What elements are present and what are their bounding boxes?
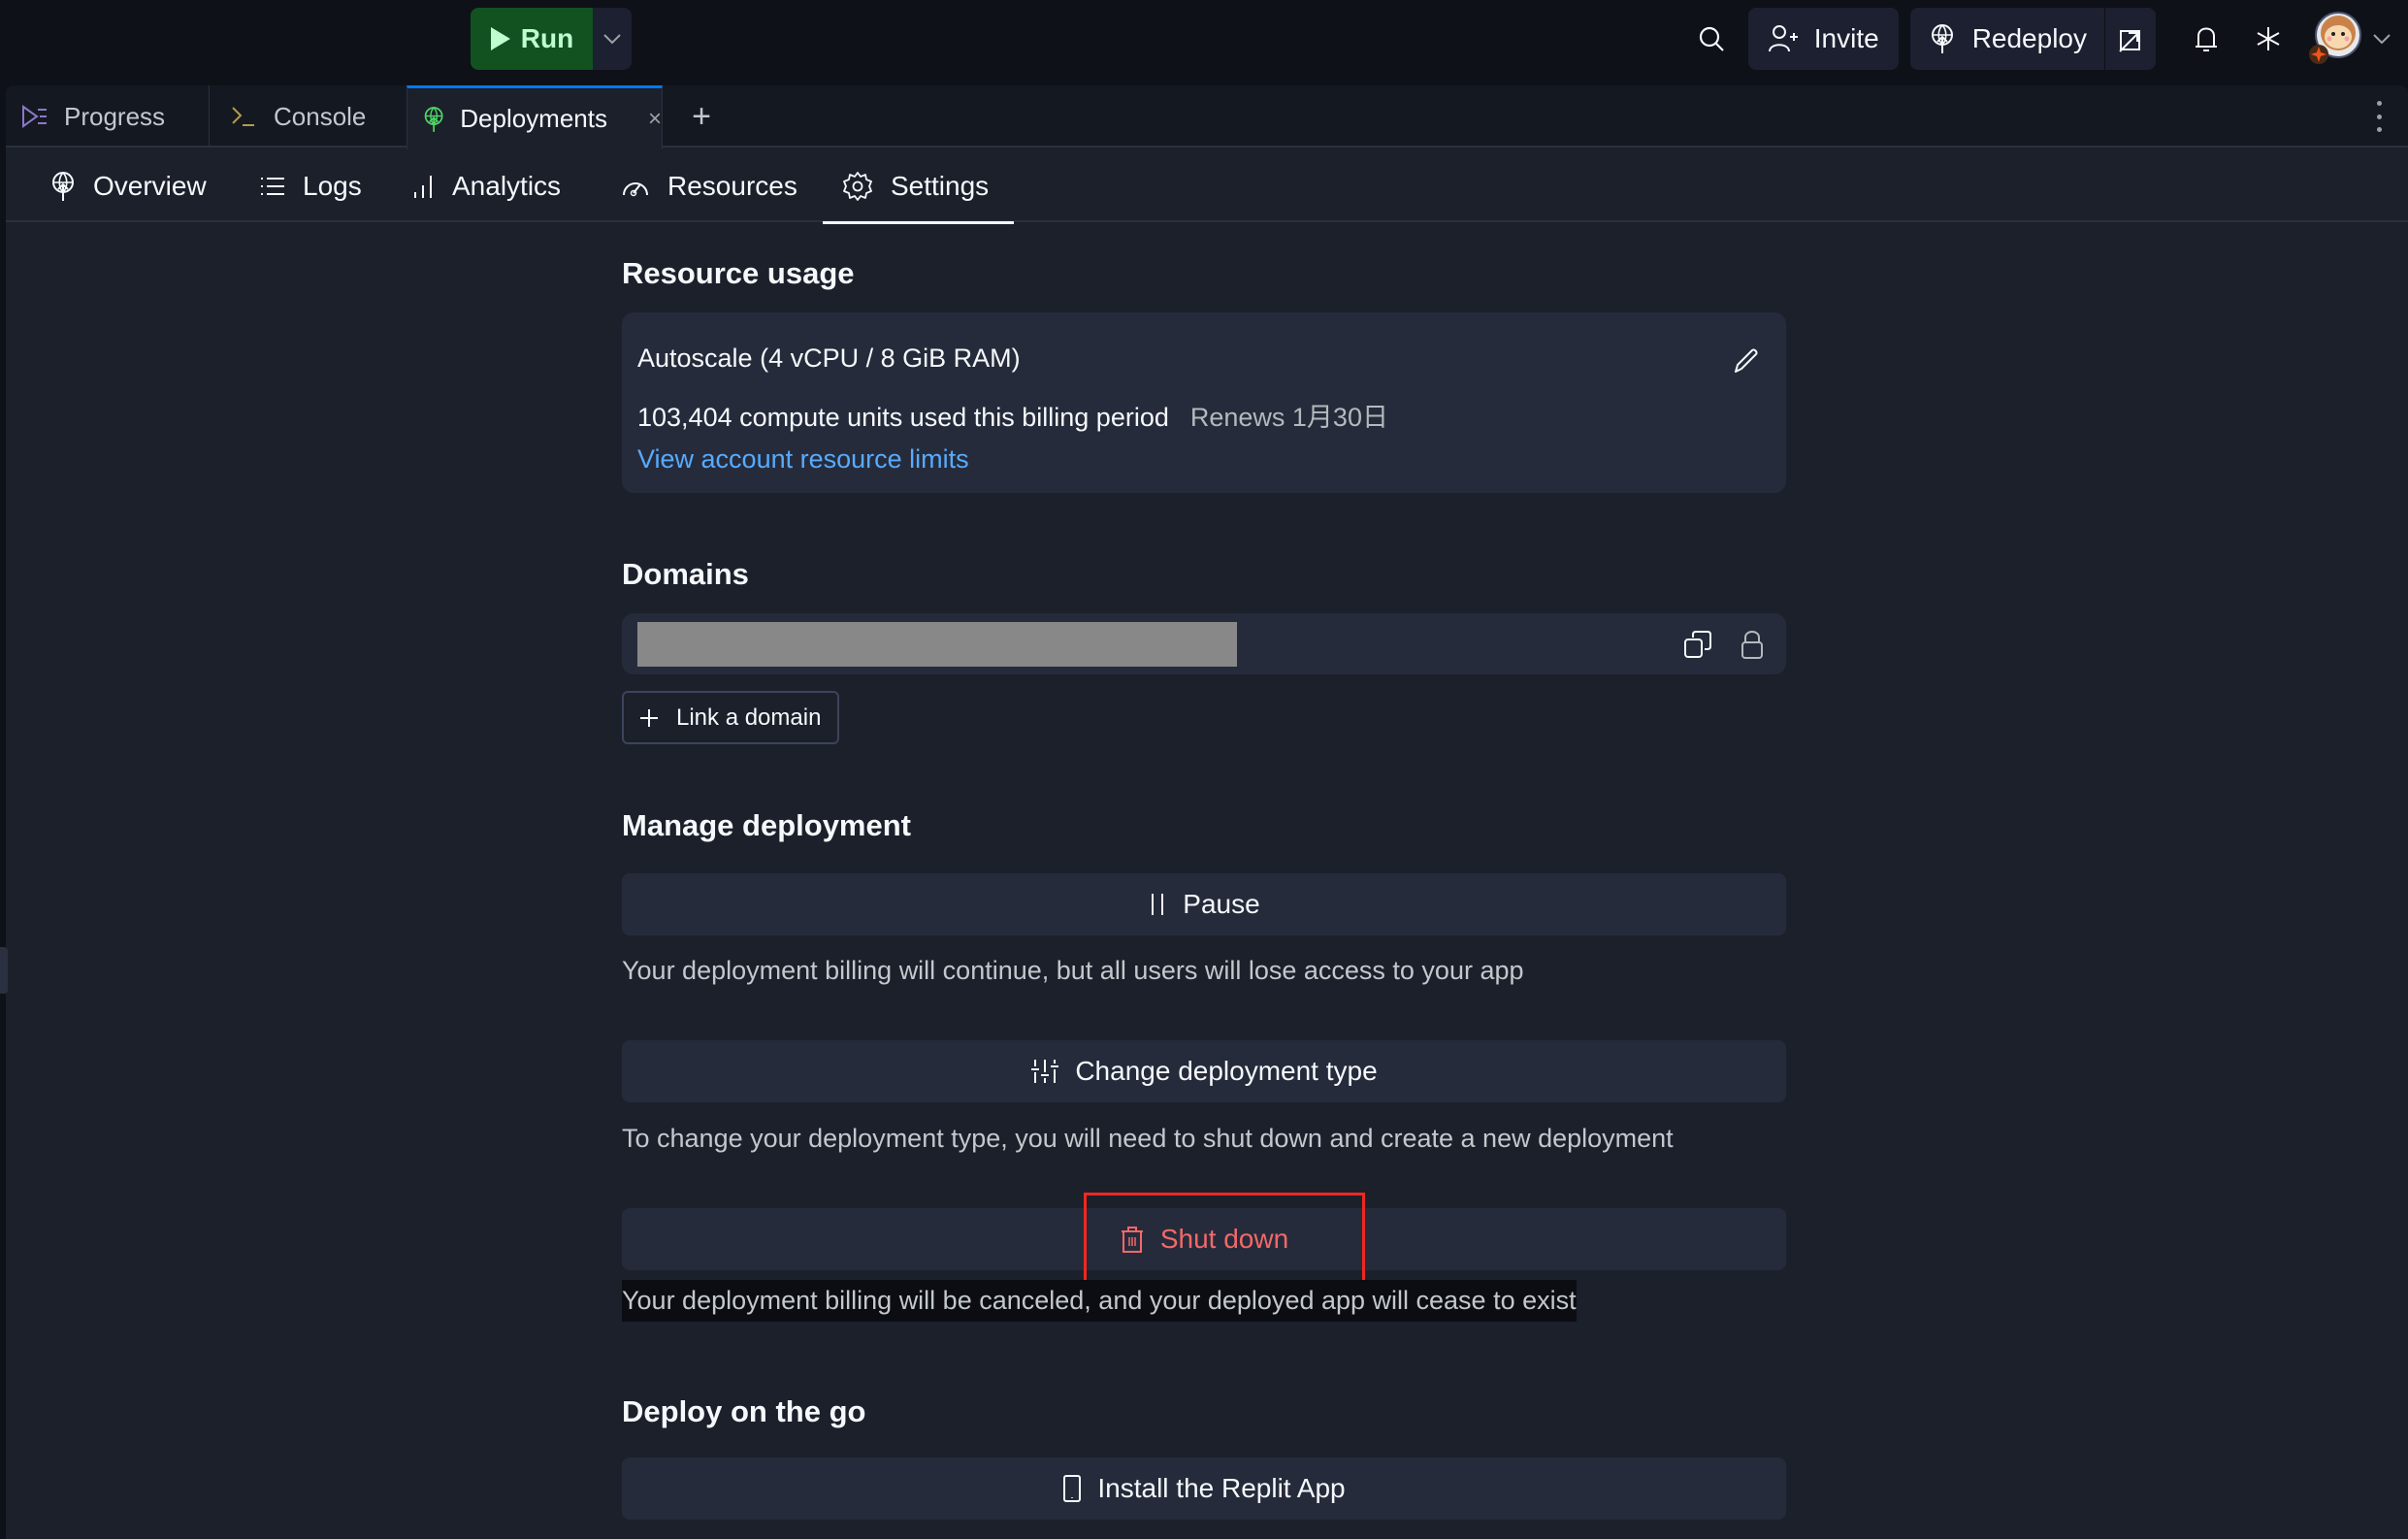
domain-field [622,613,1786,674]
renewal-date: Renews 1月30日 [1189,403,1388,432]
deploy-on-the-go-heading: Deploy on the go [622,1394,866,1428]
tab-label: Deployments [460,104,607,133]
install-replit-app-button[interactable]: Install the Replit App [622,1457,1786,1520]
subtab-label: Overview [93,170,207,201]
shut-down-description: Your deployment billing will be canceled… [622,1280,1577,1322]
run-button-group: Run [471,8,632,70]
add-tab-button[interactable]: + [678,85,725,147]
globe-upload-icon [424,106,443,132]
pause-icon [1152,894,1164,915]
subtab-resources[interactable]: Resources [621,149,797,222]
notifications-button[interactable] [2179,8,2233,70]
sliders-icon [1031,1060,1059,1083]
change-deployment-type-button[interactable]: Change deployment type [622,1040,1786,1102]
run-options-button[interactable] [593,8,632,70]
manage-deployment-heading: Manage deployment [622,808,911,842]
chevron-down-icon [2373,34,2391,44]
redeploy-label: Redeploy [1971,23,2087,53]
bar-chart-icon [414,175,432,198]
resize-handle[interactable] [0,947,8,994]
subtab-label: Settings [891,170,990,201]
gauge-icon [623,181,648,196]
globe-upload-icon [1931,24,1953,53]
deployments-panel: Progress Console Deployments × + Overvie… [0,85,2408,1539]
pause-label: Pause [1183,889,1260,919]
run-button[interactable]: Run [471,8,593,70]
globe-upload-icon [52,171,74,201]
top-right-actions: Invite Redeploy [1684,8,2408,70]
trash-icon [1121,1227,1143,1253]
invite-label: Invite [1813,23,1879,53]
list-icon [261,177,284,195]
ai-assistant-button[interactable] [2241,8,2295,70]
bell-icon [2196,27,2217,51]
redeploy-button[interactable]: Redeploy [1910,8,2105,70]
tab-label: Progress [64,101,166,131]
subtab-analytics[interactable]: Analytics [411,149,561,222]
avatar [2309,12,2361,64]
domain-lock-button[interactable] [1736,625,1769,664]
shut-down-button[interactable]: Shut down [622,1208,1786,1270]
run-label: Run [520,23,574,53]
pause-description: Your deployment billing will continue, b… [622,956,1524,985]
chevron-down-icon [603,34,621,45]
machine-type: Autoscale (4 vCPU / 8 GiB RAM) [637,344,1021,373]
deployment-subtabs: Overview Logs Analytics Resources Settin… [6,149,2408,224]
compute-units-text: 103,404 compute units used this billing … [637,403,1169,432]
install-app-label: Install the Replit App [1097,1473,1346,1503]
tab-progress[interactable]: Progress [6,85,210,147]
link-domain-button[interactable]: Link a domain [622,691,839,744]
pencil-icon [1735,348,1758,373]
pause-button[interactable]: Pause [622,873,1786,935]
tab-deployments[interactable]: Deployments × [407,85,663,149]
change-type-description: To change your deployment type, you will… [622,1124,1674,1153]
more-options-icon[interactable] [2371,101,2387,132]
subtab-label: Logs [303,170,362,201]
subtab-label: Resources [667,170,797,201]
tab-bar: Progress Console Deployments × + [6,85,2408,149]
domain-actions [1681,625,1769,664]
view-resource-limits-link[interactable]: View account resource limits [637,444,969,475]
shut-down-label: Shut down [1159,1224,1289,1254]
copy-domain-button[interactable] [1681,625,1714,664]
resource-usage-heading: Resource usage [622,256,855,290]
plus-icon [640,708,658,727]
compute-usage: 103,404 compute units used this billing … [637,396,1388,434]
search-icon [1699,26,1724,51]
asterisk-icon [2257,27,2280,50]
lock-icon [1741,631,1763,659]
search-button[interactable] [1684,8,1739,70]
subtab-settings[interactable]: Settings [822,149,1015,224]
resource-usage-card: Autoscale (4 vCPU / 8 GiB RAM) 103,404 c… [622,312,1786,493]
open-deployment-button[interactable] [2105,8,2156,70]
close-tab-icon[interactable]: × [648,106,662,133]
redacted-domain [637,622,1237,667]
tab-console[interactable]: Console [212,85,406,147]
domains-heading: Domains [622,557,749,591]
link-domain-label: Link a domain [676,704,822,731]
external-link-icon [2119,30,2140,52]
gear-icon [843,171,872,201]
top-bar: Run Invite Redeploy [0,0,2408,85]
invite-button[interactable]: Invite [1747,8,1899,70]
user-plus-icon [1768,25,1798,52]
copy-icon [1684,631,1711,658]
progress-icon [22,105,47,128]
tab-label: Console [274,101,367,131]
subtab-logs[interactable]: Logs [260,149,362,222]
change-type-label: Change deployment type [1075,1056,1378,1086]
terminal-icon [232,107,254,126]
phone-icon [1063,1475,1082,1502]
subtab-overview[interactable]: Overview [50,149,207,222]
account-menu[interactable] [2309,12,2391,66]
play-icon [490,27,510,50]
edit-machine-button[interactable] [1726,342,1765,380]
redeploy-group: Redeploy [1909,8,2156,70]
subtab-label: Analytics [452,170,562,201]
